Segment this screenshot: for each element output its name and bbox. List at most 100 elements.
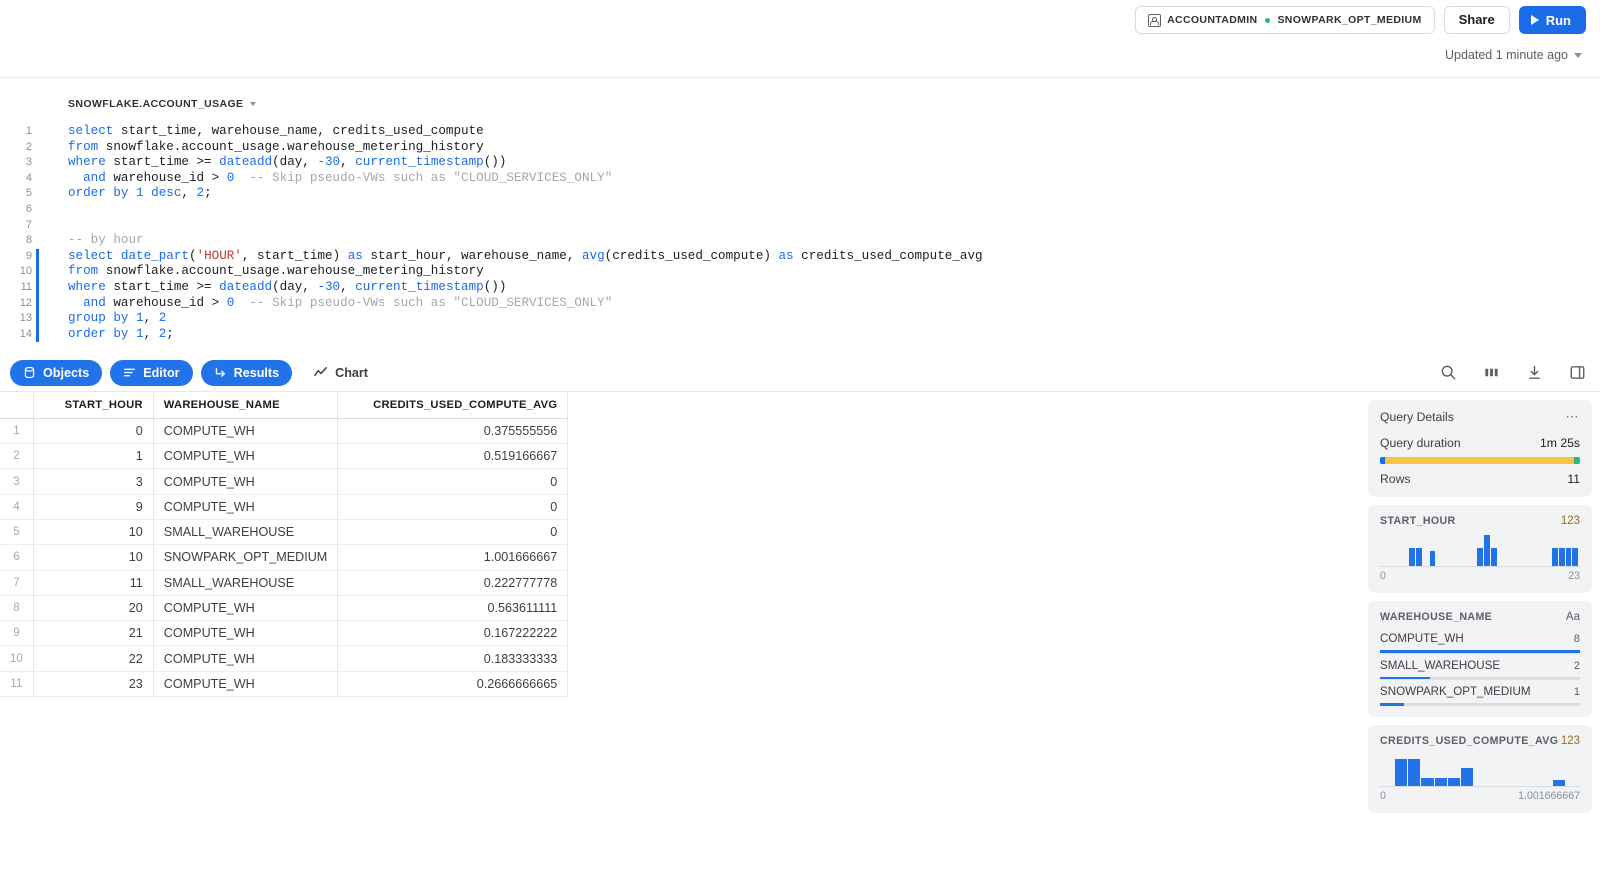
row-index-cell[interactable]: 10 [0, 646, 33, 671]
table-row[interactable]: 510SMALL_WAREHOUSE0 [0, 520, 568, 545]
code-text[interactable]: from snowflake.account_usage.warehouse_m… [39, 264, 484, 280]
row-index-cell[interactable]: 9 [0, 621, 33, 646]
cell-warehouse-name[interactable]: COMPUTE_WH [153, 646, 338, 671]
table-row[interactable]: 820COMPUTE_WH0.563611111 [0, 595, 568, 620]
cell-start-hour[interactable]: 0 [33, 418, 153, 443]
warehouse-selector[interactable]: SNOWPARK_OPT_MEDIUM [1265, 14, 1421, 26]
tab-editor[interactable]: Editor [110, 360, 192, 386]
cell-start-hour[interactable]: 22 [33, 646, 153, 671]
tab-objects[interactable]: Objects [10, 360, 102, 386]
run-button[interactable]: Run [1519, 6, 1586, 34]
row-index-cell[interactable]: 1 [0, 418, 33, 443]
cell-start-hour[interactable]: 21 [33, 621, 153, 646]
table-row[interactable]: 10COMPUTE_WH0.375555556 [0, 418, 568, 443]
table-row[interactable]: 711SMALL_WAREHOUSE0.222777778 [0, 570, 568, 595]
cell-start-hour[interactable]: 3 [33, 469, 153, 494]
category-row[interactable]: SNOWPARK_OPT_MEDIUM1 [1380, 680, 1580, 706]
cell-warehouse-name[interactable]: SMALL_WAREHOUSE [153, 520, 338, 545]
row-index-cell[interactable]: 6 [0, 545, 33, 570]
share-button[interactable]: Share [1444, 6, 1510, 34]
cell-credits-used-compute-avg[interactable]: 0.519166667 [338, 444, 568, 469]
code-text[interactable]: order by 1 desc, 2; [39, 186, 212, 202]
cell-warehouse-name[interactable]: COMPUTE_WH [153, 418, 338, 443]
cell-credits-used-compute-avg[interactable]: 1.001666667 [338, 545, 568, 570]
table-row[interactable]: 33COMPUTE_WH0 [0, 469, 568, 494]
code-text[interactable]: and warehouse_id > 0 -- Skip pseudo-VWs … [39, 296, 612, 312]
code-text[interactable]: group by 1, 2 [39, 311, 166, 327]
cell-start-hour[interactable]: 20 [33, 595, 153, 620]
table-row[interactable]: 21COMPUTE_WH0.519166667 [0, 444, 568, 469]
query-details-header: Query Details ⋯ [1380, 410, 1580, 424]
code-text[interactable]: order by 1, 2; [39, 327, 174, 343]
schema-selector-row: SNOWFLAKE.ACCOUNT_USAGE [0, 78, 1600, 114]
cell-warehouse-name[interactable]: COMPUTE_WH [153, 469, 338, 494]
cell-credits-used-compute-avg[interactable]: 0.375555556 [338, 418, 568, 443]
code-text[interactable]: select date_part('HOUR', start_time) as … [39, 249, 983, 265]
columns-icon[interactable] [1483, 364, 1500, 381]
code-text[interactable]: and warehouse_id > 0 -- Skip pseudo-VWs … [39, 171, 612, 187]
column-header-warehouse-name[interactable]: WAREHOUSE_NAME [153, 392, 338, 418]
download-icon[interactable] [1526, 364, 1543, 381]
code-line: 13group by 1, 2 [0, 311, 1600, 327]
row-index-cell[interactable]: 5 [0, 520, 33, 545]
column-stat-header: WAREHOUSE_NAMEAa [1380, 611, 1580, 623]
updated-timestamp-menu[interactable]: Updated 1 minute ago [1445, 48, 1582, 62]
cell-warehouse-name[interactable]: COMPUTE_WH [153, 595, 338, 620]
role-selector[interactable]: ACCOUNTADMIN [1148, 14, 1257, 27]
search-icon[interactable] [1440, 364, 1457, 381]
column-header-credits-used-compute-avg[interactable]: CREDITS_USED_COMPUTE_AVG [338, 392, 568, 418]
category-row[interactable]: SMALL_WAREHOUSE2 [1380, 654, 1580, 681]
row-index-cell[interactable]: 3 [0, 469, 33, 494]
row-index-cell[interactable]: 7 [0, 570, 33, 595]
cell-warehouse-name[interactable]: COMPUTE_WH [153, 621, 338, 646]
sql-editor[interactable]: 1select start_time, warehouse_name, cred… [0, 114, 1600, 348]
split-pane-icon[interactable] [1569, 364, 1586, 381]
cell-start-hour[interactable]: 9 [33, 494, 153, 519]
table-row[interactable]: 1123COMPUTE_WH0.2666666665 [0, 671, 568, 696]
cell-credits-used-compute-avg[interactable]: 0.2666666665 [338, 671, 568, 696]
line-number: 2 [0, 140, 36, 156]
table-row[interactable]: 610SNOWPARK_OPT_MEDIUM1.001666667 [0, 545, 568, 570]
column-header-start-hour[interactable]: START_HOUR [33, 392, 153, 418]
tab-chart[interactable]: Chart [300, 360, 381, 386]
code-token: where [68, 280, 106, 294]
cell-start-hour[interactable]: 10 [33, 545, 153, 570]
cell-warehouse-name[interactable]: COMPUTE_WH [153, 494, 338, 519]
cell-start-hour[interactable]: 23 [33, 671, 153, 696]
cell-start-hour[interactable]: 1 [33, 444, 153, 469]
cell-credits-used-compute-avg[interactable]: 0.563611111 [338, 595, 568, 620]
table-row[interactable]: 49COMPUTE_WH0 [0, 494, 568, 519]
cell-warehouse-name[interactable]: SNOWPARK_OPT_MEDIUM [153, 545, 338, 570]
category-row[interactable]: COMPUTE_WH8 [1380, 627, 1580, 654]
column-stat-header: CREDITS_USED_COMPUTE_AVG123 [1380, 735, 1580, 747]
cell-start-hour[interactable]: 10 [33, 520, 153, 545]
row-index-cell[interactable]: 4 [0, 494, 33, 519]
session-context-pill[interactable]: ACCOUNTADMIN SNOWPARK_OPT_MEDIUM [1135, 6, 1434, 34]
cell-credits-used-compute-avg[interactable]: 0.183333333 [338, 646, 568, 671]
tab-results[interactable]: Results [201, 360, 293, 386]
table-row[interactable]: 1022COMPUTE_WH0.183333333 [0, 646, 568, 671]
code-text[interactable]: -- by hour [39, 233, 144, 249]
cell-warehouse-name[interactable]: SMALL_WAREHOUSE [153, 570, 338, 595]
row-index-cell[interactable]: 11 [0, 671, 33, 696]
top-bar: ACCOUNTADMIN SNOWPARK_OPT_MEDIUM Share R… [0, 0, 1600, 78]
histogram-bar [1416, 548, 1422, 566]
cell-warehouse-name[interactable]: COMPUTE_WH [153, 444, 338, 469]
schema-selector[interactable]: SNOWFLAKE.ACCOUNT_USAGE [68, 98, 256, 110]
code-text[interactable]: select start_time, warehouse_name, credi… [39, 124, 484, 140]
cell-start-hour[interactable]: 11 [33, 570, 153, 595]
table-row[interactable]: 921COMPUTE_WH0.167222222 [0, 621, 568, 646]
cell-credits-used-compute-avg[interactable]: 0.167222222 [338, 621, 568, 646]
cell-credits-used-compute-avg[interactable]: 0.222777778 [338, 570, 568, 595]
cell-credits-used-compute-avg[interactable]: 0 [338, 469, 568, 494]
code-text[interactable]: where start_time >= dateadd(day, -30, cu… [39, 280, 506, 296]
row-index-cell[interactable]: 8 [0, 595, 33, 620]
cell-credits-used-compute-avg[interactable]: 0 [338, 520, 568, 545]
code-text[interactable]: where start_time >= dateadd(day, -30, cu… [39, 155, 506, 171]
cell-warehouse-name[interactable]: COMPUTE_WH [153, 671, 338, 696]
more-options-icon[interactable]: ⋯ [1566, 413, 1581, 421]
row-index-cell[interactable]: 2 [0, 444, 33, 469]
cell-credits-used-compute-avg[interactable]: 0 [338, 494, 568, 519]
code-text[interactable]: from snowflake.account_usage.warehouse_m… [39, 140, 484, 156]
line-number: 1 [0, 124, 36, 140]
